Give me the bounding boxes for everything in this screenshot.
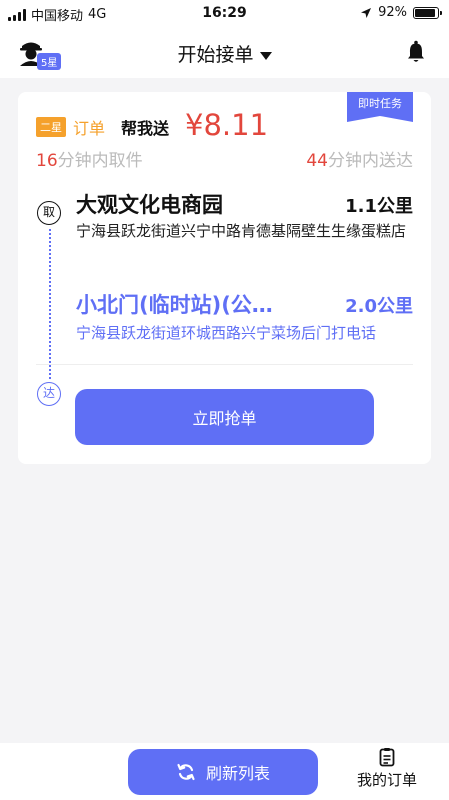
- pickup-address: 宁海县跃龙街道兴宁中路肯德基隔壁生生缘蛋糕店: [76, 222, 407, 240]
- dropoff-icon: 达: [37, 382, 61, 406]
- my-orders-tab[interactable]: 我的订单: [348, 747, 426, 790]
- status-bar: 中国移动 4G 16:29 92%: [0, 0, 449, 28]
- pickup-time: 16分钟内取件: [36, 146, 143, 171]
- delivery-time: 44分钟内送达: [306, 146, 413, 171]
- refresh-icon: [177, 763, 195, 781]
- battery-icon: [413, 6, 442, 19]
- my-orders-label: 我的订单: [356, 771, 417, 789]
- battery-fill: [415, 8, 436, 17]
- work-status-dropdown[interactable]: 开始接单: [0, 40, 449, 67]
- order-price: ¥8.11: [185, 108, 269, 142]
- grade-tag: 二星: [36, 117, 66, 137]
- delivery-minutes: 44: [306, 151, 328, 171]
- service-type: 帮我送: [121, 119, 170, 138]
- notification-bell[interactable]: [405, 40, 427, 64]
- status-right: 92%: [360, 5, 442, 20]
- bottom-bar: 刷新列表 我的订单: [0, 743, 449, 800]
- work-status-label: 开始接单: [177, 44, 254, 66]
- pickup-icon: 取: [37, 201, 61, 225]
- grab-order-button[interactable]: 立即抢单: [75, 389, 374, 445]
- ribbon-text: 即时任务: [358, 97, 402, 110]
- dropoff-address: 宁海县跃龙街道环城西路兴宁菜场后门打电话: [76, 324, 377, 342]
- order-header-row: 二星 订单 帮我送 ¥8.11: [36, 108, 269, 144]
- pickup-name: 大观文化电商园: [76, 193, 223, 217]
- app-header: 5星 开始接单: [0, 28, 449, 78]
- delivery-time-text: 分钟内送达: [328, 151, 413, 171]
- pickup-distance: 1.1公里: [345, 196, 413, 217]
- caret-down-icon: [259, 51, 272, 60]
- dropoff-distance: 2.0公里: [345, 296, 413, 317]
- bell-icon: [408, 40, 424, 62]
- card-divider: [36, 364, 413, 365]
- location-arrow-icon: [361, 7, 372, 18]
- pickup-minutes: 16: [36, 151, 58, 171]
- refresh-list-label: 刷新列表: [205, 764, 270, 783]
- route-dotted-line: [49, 229, 51, 379]
- dropoff-name: 小北门(临时站)(公…: [76, 293, 273, 317]
- pickup-time-text: 分钟内取件: [57, 151, 143, 171]
- battery-percent: 92%: [378, 5, 407, 20]
- refresh-list-button[interactable]: 刷新列表: [128, 749, 318, 795]
- order-card[interactable]: 即时任务 二星 订单 帮我送 ¥8.11 16分钟内取件 44分钟内送达 取 达…: [18, 92, 431, 464]
- clipboard-icon: [379, 748, 395, 767]
- order-label: 订单: [73, 119, 106, 138]
